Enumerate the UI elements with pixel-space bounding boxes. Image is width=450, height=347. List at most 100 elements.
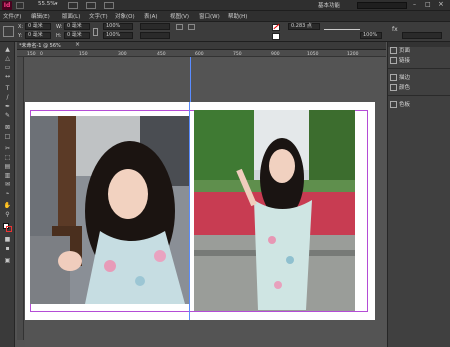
shear-field[interactable] — [140, 32, 170, 39]
panel-label: 链接 — [399, 58, 411, 64]
pen-tool-icon[interactable]: ✒ — [3, 103, 12, 110]
minimize-button[interactable]: – — [413, 1, 416, 8]
menu-object[interactable]: 对象(O) — [115, 12, 135, 20]
height-field[interactable]: 0 毫米 — [64, 32, 90, 39]
panel-divider — [388, 95, 450, 96]
free-transform-tool-icon[interactable]: ⬚ — [3, 154, 12, 161]
rotate-field[interactable] — [140, 23, 170, 30]
panel-pages[interactable]: 页面 — [390, 46, 448, 55]
apply-color-icon[interactable]: ▪ — [3, 245, 12, 252]
panel-label: 页面 — [399, 48, 411, 54]
search-field[interactable] — [357, 2, 407, 9]
panel-divider — [388, 68, 450, 69]
menu-bar: 文件(F) 编辑(E) 版面(L) 文字(T) 对象(O) 表(A) 视图(V)… — [0, 11, 450, 21]
rectangle-tool-icon[interactable]: □ — [3, 133, 12, 140]
ruler-tick: 750 — [233, 52, 242, 57]
color-icon — [390, 84, 397, 91]
line-tool-icon[interactable]: / — [3, 94, 12, 101]
menu-file[interactable]: 文件(F) — [3, 12, 21, 20]
scale-x-field[interactable]: 100% — [103, 23, 133, 30]
ruler-guide-vertical — [190, 57, 191, 102]
stroke-weight-field[interactable]: 0.283 点 — [288, 23, 320, 30]
document-page — [25, 102, 375, 320]
normal-view-icon[interactable]: ▣ — [3, 257, 12, 264]
arrange-button[interactable] — [104, 2, 114, 9]
zoom-level[interactable]: 55.5% — [38, 1, 55, 7]
pencil-tool-icon[interactable]: ✎ — [3, 112, 12, 119]
photo-left[interactable] — [30, 116, 190, 304]
ruler-tick: 150 — [79, 52, 88, 57]
type-tool-icon[interactable]: T — [3, 85, 12, 92]
view-options-button[interactable] — [68, 2, 78, 9]
x-label: X: — [18, 24, 24, 30]
panel-links[interactable]: 链接 — [390, 56, 448, 65]
scale-y-field[interactable]: 100% — [103, 32, 133, 39]
gap-tool-icon[interactable]: ↔ — [3, 73, 12, 80]
tools-panel: ▲ △ ▭ ↔ T / ✒ ✎ ⊠ □ ✂ ⬚ ▤ ▥ ✉ ⌁ ✋ ⚲ ■ ▪ … — [0, 42, 15, 347]
w-label: W: — [56, 24, 63, 30]
document-tab-strip: *未命名-1 @ 56% × — [17, 41, 386, 50]
app-bar: Id 55.5% ▾ 基本功能 – □ × — [0, 0, 450, 11]
close-button[interactable]: × — [438, 0, 444, 8]
direct-selection-tool-icon[interactable]: △ — [3, 55, 12, 62]
stroke-swatch[interactable] — [272, 33, 280, 40]
rotate-icon[interactable] — [176, 24, 183, 30]
menu-help[interactable]: 帮助(H) — [228, 12, 247, 20]
fx-icon[interactable]: fx — [392, 26, 398, 33]
ruler-left — [17, 57, 24, 340]
menu-layout[interactable]: 版面(L) — [62, 12, 80, 20]
h-label: H: — [56, 33, 62, 39]
formatting-affects-container-icon[interactable]: ■ — [3, 236, 12, 243]
maximize-button[interactable]: □ — [425, 1, 431, 8]
document-tab[interactable]: *未命名-1 @ 56% — [19, 42, 61, 49]
menu-view[interactable]: 视图(V) — [170, 12, 189, 20]
scissors-tool-icon[interactable]: ✂ — [3, 145, 12, 152]
zoom-dropdown-icon[interactable]: ▾ — [55, 1, 58, 7]
panel-label: 色板 — [399, 102, 411, 108]
photo-right[interactable] — [194, 110, 355, 311]
stroke-box[interactable] — [6, 226, 12, 232]
panel-dock: 页面 链接 描边 颜色 色板 — [387, 42, 450, 347]
ruler-tick: 1200 — [347, 52, 359, 57]
page-tool-icon[interactable]: ▭ — [3, 64, 12, 71]
panel-stroke[interactable]: 描边 — [390, 73, 448, 82]
ruler-tick: 1050 — [307, 52, 319, 57]
app-logo: Id — [2, 1, 12, 10]
panel-swatches[interactable]: 色板 — [390, 100, 448, 109]
pages-icon — [390, 47, 397, 54]
frame-fitting-field[interactable] — [402, 32, 442, 39]
x-field[interactable]: 0 毫米 — [25, 23, 51, 30]
constrain-proportions-icon[interactable] — [93, 28, 98, 36]
menu-table[interactable]: 表(A) — [144, 12, 158, 20]
fill-stroke-swatches[interactable] — [3, 223, 12, 232]
width-field[interactable]: 0 毫米 — [64, 23, 90, 30]
menu-edit[interactable]: 编辑(E) — [31, 12, 50, 20]
panel-label: 描边 — [399, 75, 411, 81]
flip-icon[interactable] — [188, 24, 195, 30]
ruler-tick: 600 — [195, 52, 204, 57]
reference-point-icon[interactable] — [3, 26, 14, 37]
rectangle-frame-tool-icon[interactable]: ⊠ — [3, 124, 12, 131]
stroke-type-select[interactable] — [324, 24, 360, 30]
menu-window[interactable]: 窗口(W) — [199, 12, 220, 20]
menu-type[interactable]: 文字(T) — [89, 12, 108, 20]
hand-tool-icon[interactable]: ✋ — [3, 202, 12, 209]
control-panel: X: 0 毫米 Y: 0 毫米 W: 0 毫米 H: 0 毫米 100% 100… — [0, 21, 450, 42]
workspace-switcher[interactable]: 基本功能 — [318, 1, 340, 9]
ruler-tick: 900 — [271, 52, 280, 57]
ruler-top: 150 0 150 300 450 600 750 900 1050 1200 — [17, 50, 386, 57]
selection-tool-icon[interactable]: ▲ — [3, 46, 12, 53]
ruler-tick: 150 — [27, 52, 36, 57]
note-tool-icon[interactable]: ✉ — [3, 181, 12, 188]
panel-color[interactable]: 颜色 — [390, 83, 448, 92]
document-tab-close-icon[interactable]: × — [75, 41, 80, 48]
gradient-feather-tool-icon[interactable]: ▥ — [3, 172, 12, 179]
gradient-tool-icon[interactable]: ▤ — [3, 163, 12, 170]
y-field[interactable]: 0 毫米 — [25, 32, 51, 39]
opacity-field[interactable]: 100% — [360, 32, 382, 39]
zoom-tool-icon[interactable]: ⚲ — [3, 211, 12, 218]
screen-mode-button[interactable] — [86, 2, 96, 9]
eyedropper-tool-icon[interactable]: ⌁ — [3, 190, 12, 197]
swatches-icon — [390, 101, 397, 108]
bridge-button[interactable] — [16, 2, 24, 9]
